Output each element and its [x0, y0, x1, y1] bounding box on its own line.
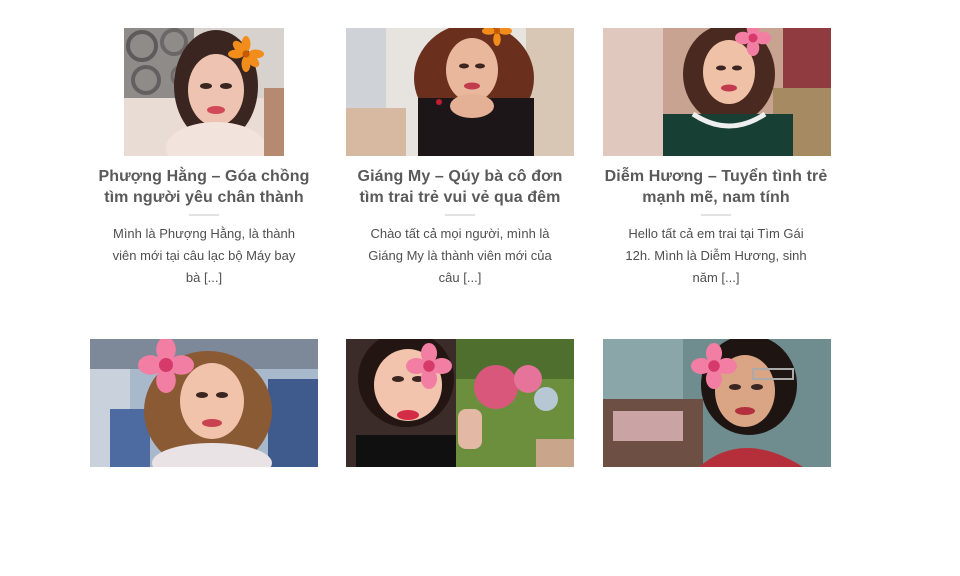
- post-thumbnail[interactable]: [603, 339, 831, 467]
- flower-sticker-icon: [735, 28, 771, 56]
- post-excerpt: Chào tất cả mọi người, mình là Giáng My …: [368, 226, 552, 285]
- post-title-link[interactable]: Giáng My – Qúy bà cô đơn tìm trai trẻ vu…: [358, 168, 563, 206]
- read-more-link[interactable]: [...]: [204, 270, 222, 285]
- flower-sticker-icon: [691, 343, 737, 389]
- post-thumbnail[interactable]: [124, 28, 284, 156]
- title-divider: [189, 214, 219, 216]
- post-card: [340, 300, 580, 500]
- post-thumbnail[interactable]: [346, 339, 574, 467]
- post-card: Diễm Hương – Tuyển tình trẻ mạnh mẽ, nam…: [596, 0, 836, 300]
- post-excerpt: Mình là Phượng Hằng, là thành viên mới t…: [112, 226, 296, 285]
- read-more-link[interactable]: [...]: [721, 270, 739, 285]
- post-thumbnail[interactable]: [346, 28, 574, 156]
- post-card: Giáng My – Qúy bà cô đơn tìm trai trẻ vu…: [340, 0, 580, 300]
- post-card: Phượng Hằng – Góa chồng tìm người yêu ch…: [84, 0, 324, 300]
- flower-sticker-icon: [228, 36, 264, 72]
- post-thumbnail[interactable]: [603, 28, 831, 156]
- post-title-link[interactable]: Diễm Hương – Tuyển tình trẻ mạnh mẽ, nam…: [605, 168, 828, 206]
- flower-sticker-icon: [482, 28, 512, 46]
- woman-portrait-image: [346, 339, 574, 467]
- flower-sticker-icon: [138, 339, 194, 393]
- post-excerpt: Hello tất cả em trai tại Tìm Gái 12h. Mì…: [625, 226, 807, 285]
- woman-portrait-image: [90, 339, 318, 467]
- post-card: [84, 300, 324, 500]
- flower-sticker-icon: [406, 343, 452, 389]
- post-grid-page: Phượng Hằng – Góa chồng tìm người yêu ch…: [0, 0, 960, 576]
- title-divider: [445, 214, 475, 216]
- post-title: Giáng My – Qúy bà cô đơn tìm trai trẻ vu…: [340, 166, 580, 208]
- post-card: [596, 300, 836, 500]
- read-more-link[interactable]: [...]: [463, 270, 481, 285]
- post-title-link[interactable]: Phượng Hằng – Góa chồng tìm người yêu ch…: [98, 168, 309, 206]
- woman-portrait-image: [346, 28, 574, 156]
- woman-portrait-image: [603, 28, 831, 156]
- post-title: Diễm Hương – Tuyển tình trẻ mạnh mẽ, nam…: [596, 166, 836, 208]
- post-thumbnail[interactable]: [90, 339, 318, 467]
- post-title: Phượng Hằng – Góa chồng tìm người yêu ch…: [84, 166, 324, 208]
- title-divider: [701, 214, 731, 216]
